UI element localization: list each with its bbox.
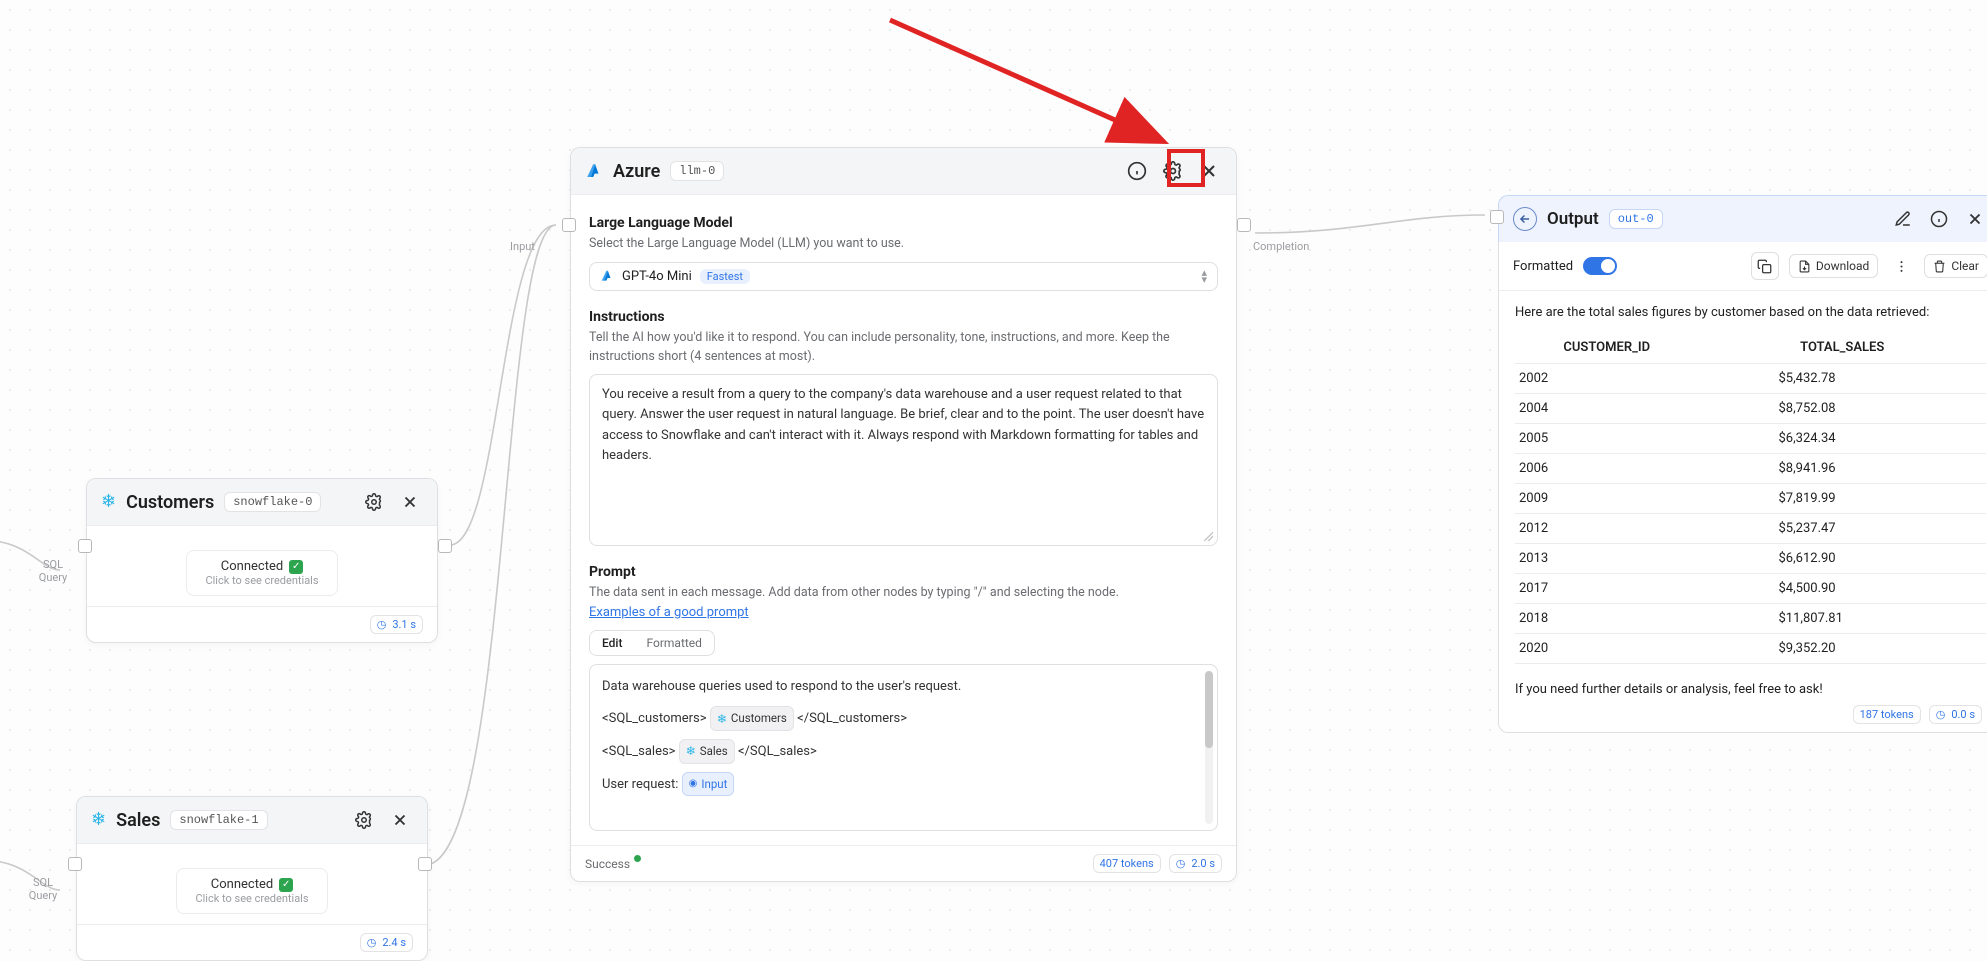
- col-customer-id: CUSTOMER_ID: [1515, 332, 1698, 364]
- prompt-textarea[interactable]: Data warehouse queries used to respond t…: [589, 664, 1218, 831]
- port-in-output[interactable]: [1490, 210, 1504, 224]
- azure-icon: [600, 269, 614, 283]
- elapsed-badge: 0.0 s: [1929, 705, 1982, 724]
- prompt-subtitle: The data sent in each message. Add data …: [589, 584, 1218, 603]
- settings-button[interactable]: [1160, 158, 1186, 184]
- table-row: 2012$5,237.47: [1515, 514, 1986, 544]
- node-title: Output: [1547, 209, 1599, 229]
- check-icon: ✓: [289, 560, 303, 574]
- tokens-badge: 407 tokens: [1093, 854, 1161, 873]
- node-id-badge: snowflake-0: [224, 492, 321, 512]
- node-azure-llm[interactable]: Azure llm-0 Large Language Model Select …: [570, 147, 1237, 882]
- clear-button[interactable]: Clear: [1924, 254, 1987, 278]
- chevron-updown-icon: ▴▾: [1201, 269, 1207, 283]
- elapsed-badge: 2.0 s: [1169, 854, 1222, 873]
- node-id-badge: llm-0: [670, 161, 724, 181]
- back-button[interactable]: [1513, 207, 1537, 231]
- instructions-textarea[interactable]: You receive a result from a query to the…: [589, 374, 1218, 546]
- chip-sales[interactable]: ❄Sales: [679, 739, 735, 764]
- table-row: 2009$7,819.99: [1515, 484, 1986, 514]
- prompt-tabset: Edit Formatted: [589, 630, 715, 656]
- node-sales[interactable]: ❄ Sales snowflake-1 Connected✓ Click to …: [76, 796, 428, 961]
- check-icon: ✓: [279, 878, 293, 892]
- node-title: Customers: [126, 492, 214, 513]
- node-output[interactable]: Output out-0 Formatted Download Clear: [1498, 195, 1987, 733]
- table-row: 2018$11,807.81: [1515, 604, 1986, 634]
- output-table: CUSTOMER_ID TOTAL_SALES 2002$5,432.78200…: [1515, 332, 1986, 664]
- port-label-sales-in: SQLQuery: [19, 876, 67, 902]
- node-title: Sales: [116, 810, 160, 831]
- port-label-azure-out: Completion: [1253, 240, 1309, 253]
- snowflake-icon: ❄: [91, 811, 106, 829]
- close-button[interactable]: [1962, 206, 1987, 232]
- table-row: 2005$6,324.34: [1515, 424, 1986, 454]
- annotation-arrow: [880, 10, 1210, 170]
- azure-icon: [585, 162, 603, 180]
- model-tag: Fastest: [700, 269, 750, 284]
- status-label: Success: [585, 857, 641, 871]
- scrollbar[interactable]: [1205, 671, 1213, 824]
- node-title: Azure: [613, 161, 660, 182]
- edit-button[interactable]: [1890, 206, 1916, 232]
- table-row: 2017$4,500.90: [1515, 574, 1986, 604]
- table-row: 2013$6,612.90: [1515, 544, 1986, 574]
- snowflake-icon: ❄: [101, 493, 116, 511]
- port-label-customers-in: SQLQuery: [29, 558, 77, 584]
- llm-section-subtitle: Select the Large Language Model (LLM) yo…: [589, 235, 1218, 254]
- port-in-customers[interactable]: [78, 539, 92, 553]
- chip-customers[interactable]: ❄Customers: [710, 706, 794, 731]
- info-button[interactable]: [1926, 206, 1952, 232]
- port-label-azure-in: Input: [510, 240, 535, 253]
- formatted-label: Formatted: [1513, 259, 1573, 274]
- table-row: 2006$8,941.96: [1515, 454, 1986, 484]
- chip-input[interactable]: ◉Input: [682, 772, 735, 797]
- col-total-sales: TOTAL_SALES: [1698, 332, 1986, 364]
- connection-status[interactable]: Connected✓ Click to see credentials: [186, 550, 337, 596]
- close-button[interactable]: [387, 807, 413, 833]
- info-button[interactable]: [1124, 158, 1150, 184]
- settings-button[interactable]: [351, 807, 377, 833]
- node-id-badge: snowflake-1: [170, 810, 267, 830]
- close-button[interactable]: [397, 489, 423, 515]
- tokens-badge: 187 tokens: [1853, 705, 1921, 724]
- model-name: GPT-4o Mini: [622, 269, 692, 284]
- instructions-subtitle: Tell the AI how you'd like it to respond…: [589, 329, 1218, 367]
- port-in-sales[interactable]: [68, 857, 82, 871]
- output-intro: Here are the total sales figures by cust…: [1515, 305, 1986, 320]
- formatted-toggle[interactable]: [1583, 257, 1617, 275]
- close-button[interactable]: [1196, 158, 1222, 184]
- model-select[interactable]: GPT-4o Mini Fastest ▴▾: [589, 262, 1218, 291]
- table-row: 2002$5,432.78: [1515, 364, 1986, 394]
- elapsed-badge: 2.4 s: [360, 933, 413, 952]
- port-out-customers[interactable]: [438, 539, 452, 553]
- node-customers[interactable]: ❄ Customers snowflake-0 Connected✓ Click…: [86, 478, 438, 643]
- connection-status[interactable]: Connected✓ Click to see credentials: [176, 868, 327, 914]
- prompt-examples-link[interactable]: Examples of a good prompt: [589, 605, 749, 620]
- table-row: 2020$9,352.20: [1515, 634, 1986, 664]
- copy-button[interactable]: [1751, 252, 1779, 280]
- llm-section-title: Large Language Model: [589, 215, 1218, 231]
- port-in-azure[interactable]: [562, 218, 576, 232]
- more-button[interactable]: [1888, 253, 1914, 279]
- tab-edit[interactable]: Edit: [590, 631, 634, 655]
- port-out-sales[interactable]: [418, 857, 432, 871]
- settings-button[interactable]: [361, 489, 387, 515]
- elapsed-badge: 3.1 s: [370, 615, 423, 634]
- node-id-badge: out-0: [1609, 209, 1663, 229]
- port-out-azure[interactable]: [1237, 218, 1251, 232]
- tab-formatted[interactable]: Formatted: [634, 631, 713, 655]
- output-outro: If you need further details or analysis,…: [1515, 682, 1986, 697]
- instructions-title: Instructions: [589, 309, 1218, 325]
- download-button[interactable]: Download: [1789, 254, 1878, 278]
- table-row: 2004$8,752.08: [1515, 394, 1986, 424]
- prompt-title: Prompt: [589, 564, 1218, 580]
